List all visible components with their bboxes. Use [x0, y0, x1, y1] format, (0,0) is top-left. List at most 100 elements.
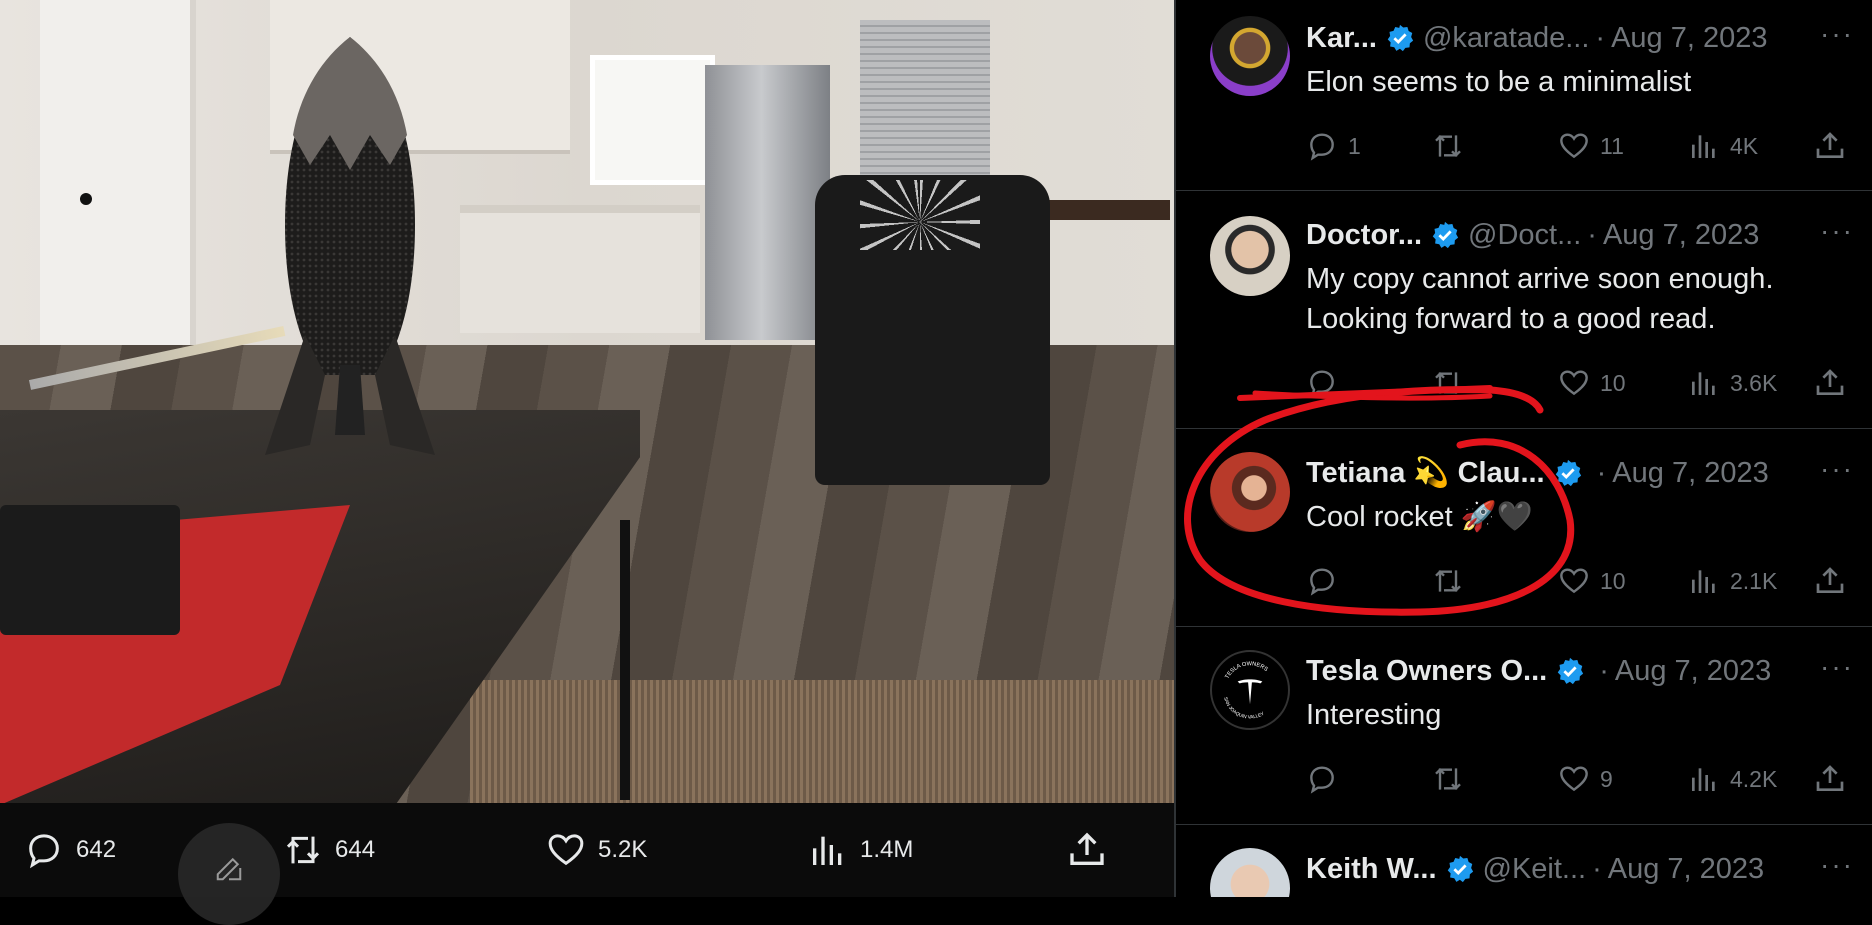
more-options-icon[interactable]: ··· [1820, 849, 1854, 881]
share-upload-icon [1070, 832, 1104, 865]
views-button[interactable]: 3.6K [1688, 363, 1777, 403]
share-upload-icon [1816, 132, 1844, 158]
repost-button[interactable] [1432, 759, 1474, 799]
tesla-owners-logo: TESLA OWNERS SAN JOAQUIN VALLEY [1222, 661, 1269, 720]
timestamp[interactable]: Aug 7, 2023 [1612, 457, 1768, 490]
display-name[interactable]: Kar... [1306, 22, 1377, 55]
like-count: 9 [1600, 765, 1613, 792]
reply-button[interactable]: 1 [1306, 126, 1361, 166]
more-options-icon[interactable]: ··· [1820, 18, 1854, 50]
speech-bubble-icon [1310, 133, 1334, 161]
replies-list: Kar... @karatade... · Aug 7, 2023 ··· El… [1174, 0, 1872, 897]
reply-count: 1 [1348, 132, 1361, 159]
photo-black-box [0, 505, 180, 635]
more-options-icon[interactable]: ··· [1820, 453, 1854, 485]
like-button[interactable]: 10 [1558, 561, 1626, 601]
display-name[interactable]: Tesla Owners O... [1306, 655, 1547, 688]
verified-badge-icon [1432, 221, 1459, 249]
verified-badge-icon [1555, 459, 1581, 487]
timestamp[interactable]: Aug 7, 2023 [1611, 22, 1767, 55]
repost-button[interactable] [1432, 363, 1474, 403]
reply-button[interactable] [1306, 363, 1348, 403]
photo-fridge [705, 65, 830, 340]
handle[interactable]: @Doct... [1468, 219, 1581, 252]
reply-item[interactable]: Kar... @karatade... · Aug 7, 2023 ··· El… [1176, 0, 1872, 191]
avatar[interactable] [1210, 452, 1290, 532]
share-button[interactable] [1814, 363, 1846, 403]
share-button[interactable] [1814, 126, 1846, 166]
repost-button[interactable]: 644 [283, 803, 375, 897]
reply-header: Tesla Owners O... · Aug 7, 2023 [1306, 651, 1771, 691]
reply-button[interactable] [1306, 759, 1348, 799]
timestamp[interactable]: Aug 7, 2023 [1615, 655, 1771, 688]
share-button[interactable] [1814, 561, 1846, 601]
photo-window [590, 55, 715, 185]
like-count: 5.2K [598, 836, 648, 863]
reply-stats: 10 3.6K [1306, 363, 1851, 403]
separator-dot: · [1587, 218, 1597, 251]
views-button[interactable]: 4K [1688, 126, 1758, 166]
reply-item[interactable]: Keith W... @Keit... · Aug 7, 2023 ··· [1176, 824, 1872, 897]
views-count: 4K [1730, 132, 1759, 159]
reply-header: Doctor... @Doct... · Aug 7, 2023 [1306, 215, 1759, 255]
reply-header: Tetiana 💫 Clau... · Aug 7, 2023 [1306, 453, 1769, 493]
heart-icon [1560, 370, 1588, 396]
reply-item[interactable]: Tetiana 💫 Clau... · Aug 7, 2023 ··· Cool… [1176, 428, 1872, 627]
reply-item[interactable]: TESLA OWNERS SAN JOAQUIN VALLEY Tesla Ow… [1176, 626, 1872, 825]
avatar[interactable] [1210, 16, 1290, 96]
photo-rocket-sculpture [265, 37, 435, 455]
compose-pen-icon [216, 857, 242, 881]
views-button[interactable]: 1.4M [808, 803, 913, 897]
views-button[interactable]: 4.2K [1688, 759, 1777, 799]
reply-text: My copy cannot arrive soon enough. Looki… [1306, 263, 1774, 335]
repost-arrows-icon [1435, 569, 1461, 593]
more-options-icon[interactable]: ··· [1820, 215, 1854, 247]
handle[interactable]: @Keit... [1483, 853, 1587, 886]
like-button[interactable]: 5.2K [546, 803, 647, 897]
avatar[interactable] [1210, 216, 1290, 296]
reply-item[interactable]: Doctor... @Doct... · Aug 7, 2023 ··· My … [1176, 190, 1872, 429]
timestamp[interactable]: Aug 7, 2023 [1608, 853, 1764, 886]
repost-button[interactable] [1432, 561, 1474, 601]
photo-door [40, 0, 196, 380]
photo-rug [470, 680, 1174, 803]
reply-text: Interesting [1306, 699, 1442, 731]
reply-button[interactable] [1306, 561, 1348, 601]
display-name[interactable]: Doctor... [1306, 219, 1422, 252]
speech-bubble-icon [1310, 370, 1334, 398]
share-button[interactable] [1814, 759, 1846, 799]
svg-text:SAN JOAQUIN VALLEY: SAN JOAQUIN VALLEY [1222, 696, 1266, 720]
timestamp[interactable]: Aug 7, 2023 [1603, 219, 1759, 252]
avatar[interactable] [1210, 848, 1290, 897]
compose-button[interactable] [178, 823, 280, 925]
reply-button[interactable]: 642 [24, 803, 116, 897]
display-name[interactable]: Tetiana 💫 Clau... [1306, 456, 1545, 490]
like-count: 10 [1600, 567, 1626, 594]
reply-text: Cool rocket 🚀🖤 [1306, 501, 1533, 533]
reply-text: Elon seems to be a minimalist [1306, 66, 1692, 98]
reply-stats: 10 2.1K [1306, 561, 1851, 601]
post-action-bar: 642 644 5.2K 1.4M [0, 803, 1174, 897]
share-button[interactable] [1067, 803, 1107, 897]
heart-icon [548, 834, 584, 866]
views-button[interactable]: 2.1K [1688, 561, 1777, 601]
speech-bubble-icon [29, 834, 59, 869]
more-options-icon[interactable]: ··· [1820, 651, 1854, 683]
display-name[interactable]: Keith W... [1306, 853, 1437, 886]
verified-badge-icon [1387, 24, 1414, 52]
speech-bubble-icon [1310, 766, 1334, 794]
avatar[interactable]: TESLA OWNERS SAN JOAQUIN VALLEY [1210, 650, 1290, 730]
like-button[interactable]: 11 [1558, 126, 1624, 166]
post-photo[interactable] [0, 0, 1174, 803]
handle[interactable]: @karatade... [1423, 22, 1589, 55]
repost-button[interactable] [1432, 126, 1474, 166]
like-button[interactable]: 10 [1558, 363, 1626, 403]
views-count: 2.1K [1730, 567, 1778, 594]
like-button[interactable]: 9 [1558, 759, 1613, 799]
verified-badge-icon [1557, 657, 1584, 685]
reply-header: Kar... @karatade... · Aug 7, 2023 [1306, 18, 1768, 58]
like-count: 11 [1600, 132, 1624, 159]
repost-arrows-icon [1435, 371, 1461, 395]
svg-text:TESLA OWNERS: TESLA OWNERS [1224, 661, 1269, 680]
separator-dot: · [1596, 456, 1607, 489]
